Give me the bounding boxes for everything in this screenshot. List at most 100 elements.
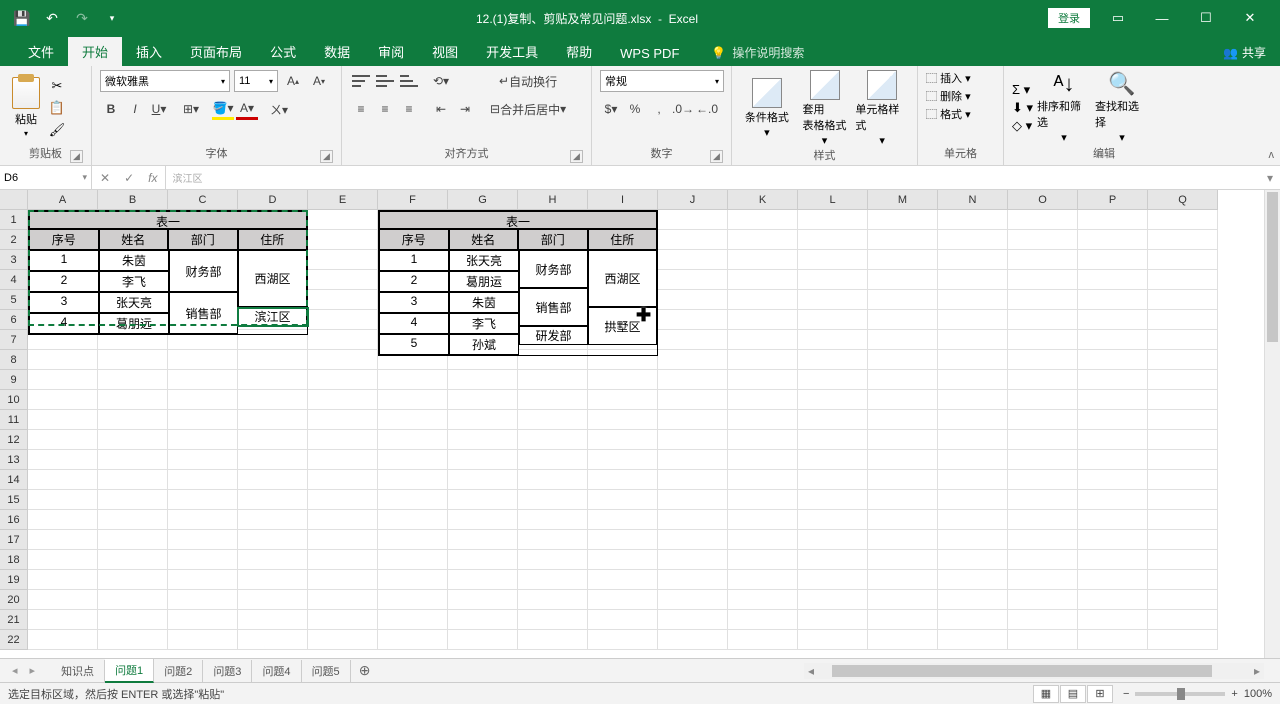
row-header[interactable]: 16 [0,510,28,530]
conditional-format-button[interactable]: 条件格式▾ [740,78,794,139]
ribbon-options-icon[interactable]: ▭ [1096,4,1140,32]
enter-icon[interactable]: ✓ [124,171,134,185]
col-header[interactable]: P [1078,190,1148,210]
zoom-slider[interactable] [1135,692,1225,696]
table-cell[interactable]: 张天亮 [449,250,519,271]
row-header[interactable]: 15 [0,490,28,510]
zoom-level[interactable]: 100% [1244,688,1272,700]
align-left-icon[interactable]: ≡ [350,98,372,120]
insert-cells-button[interactable]: ⬚ 插入 ▾ [926,70,995,86]
tab-file[interactable]: 文件 [14,37,68,66]
table-cell[interactable]: 财务部 [169,250,238,292]
row-header[interactable]: 7 [0,330,28,350]
tab-help[interactable]: 帮助 [552,37,606,66]
sheet-tab-q1[interactable]: 问题1 [105,659,154,683]
number-launcher-icon[interactable]: ◢ [710,150,723,163]
minimize-icon[interactable]: — [1140,4,1184,32]
tab-page-layout[interactable]: 页面布局 [176,37,256,66]
align-bottom-icon[interactable] [398,70,420,92]
sheet-nav-next-icon[interactable]: ▸ [24,664,42,677]
qat-dropdown-icon[interactable]: ▾ [98,4,126,32]
col-header[interactable]: D [238,190,308,210]
horizontal-scrollbar[interactable]: ◂▸ [804,663,1264,679]
normal-view-icon[interactable]: ▦ [1033,685,1059,703]
row-header[interactable]: 2 [0,230,28,250]
table-cell[interactable]: 1 [29,250,99,271]
format-cells-button[interactable]: ⬚ 格式 ▾ [926,106,995,122]
underline-button[interactable]: U▾ [148,98,170,120]
col-header[interactable]: M [868,190,938,210]
close-icon[interactable]: ✕ [1228,4,1272,32]
format-as-table-button[interactable]: 套用 表格格式▾ [798,70,852,147]
align-middle-icon[interactable] [374,70,396,92]
increase-decimal-icon[interactable]: .0→ [672,98,694,120]
align-launcher-icon[interactable]: ◢ [570,150,583,163]
table-cell[interactable]: 张天亮 [99,292,169,313]
fx-icon[interactable]: fx [148,171,157,185]
zoom-in-icon[interactable]: + [1231,688,1237,700]
find-select-button[interactable]: 🔍查找和选择▾ [1095,71,1149,144]
table-cell[interactable]: 李飞 [449,313,519,334]
vertical-scrollbar[interactable] [1264,190,1280,658]
decrease-font-icon[interactable]: A▾ [308,70,330,92]
redo-icon[interactable]: ↷ [68,4,96,32]
border-button[interactable]: ⊞▾ [180,98,202,120]
col-header[interactable]: G [448,190,518,210]
wrap-text-button[interactable]: ↵ 自动换行 [484,70,572,92]
table-cell[interactable]: 2 [379,271,449,292]
fill-color-button[interactable]: 🪣▾ [212,98,234,120]
clipboard-launcher-icon[interactable]: ◢ [70,150,83,163]
tab-view[interactable]: 视图 [418,37,472,66]
row-header[interactable]: 17 [0,530,28,550]
col-header[interactable]: B [98,190,168,210]
table-cell[interactable]: 3 [29,292,99,313]
save-icon[interactable]: 💾 [8,4,36,32]
col-header[interactable]: O [1008,190,1078,210]
row-header[interactable]: 13 [0,450,28,470]
page-break-view-icon[interactable]: ⊞ [1087,685,1113,703]
orientation-icon[interactable]: ⟲▾ [430,70,452,92]
table-cell[interactable]: 4 [379,313,449,334]
undo-icon[interactable]: ↶ [38,4,66,32]
comma-icon[interactable]: , [648,98,670,120]
cell-styles-button[interactable]: 单元格样式▾ [855,70,909,147]
increase-indent-icon[interactable]: ⇥ [454,98,476,120]
table-cell[interactable]: 研发部 [519,326,588,345]
row-header[interactable]: 8 [0,350,28,370]
format-painter-icon[interactable]: 🖌 [48,121,66,139]
table-cell[interactable]: 孙斌 [449,334,519,355]
zoom-out-icon[interactable]: − [1123,688,1129,700]
autosum-button[interactable]: Σ ▾ [1012,82,1033,98]
namebox-dropdown-icon[interactable]: ▾ [82,172,87,183]
phonetic-button[interactable]: ㄨ▾ [268,98,290,120]
select-all-corner[interactable] [0,190,28,210]
delete-cells-button[interactable]: ⬚ 删除 ▾ [926,88,995,104]
tab-wps-pdf[interactable]: WPS PDF [606,41,693,66]
row-header[interactable]: 21 [0,610,28,630]
row-header[interactable]: 3 [0,250,28,270]
font-size-select[interactable]: 11▾ [234,70,278,92]
table-cell[interactable]: 财务部 [519,250,588,288]
tab-developer[interactable]: 开发工具 [472,37,552,66]
table-cell[interactable]: 3 [379,292,449,313]
collapse-ribbon-icon[interactable]: ʌ [1269,149,1275,161]
name-box[interactable]: D6▾ [0,166,92,189]
table-cell[interactable]: 4 [29,313,99,334]
table-cell[interactable]: 李飞 [99,271,169,292]
bold-button[interactable]: B [100,98,122,120]
col-header[interactable]: C [168,190,238,210]
table-cell[interactable]: 朱茵 [449,292,519,313]
table-cell[interactable]: 1 [379,250,449,271]
clear-button[interactable]: ◇ ▾ [1012,118,1033,134]
font-color-button[interactable]: A▾ [236,98,258,120]
paste-button[interactable]: 粘贴 ▾ [8,75,44,140]
sheet-tab-q4[interactable]: 问题4 [252,660,301,682]
sheet-tab-q2[interactable]: 问题2 [154,660,203,682]
formula-input[interactable]: 滨江区 [166,166,1260,189]
italic-button[interactable]: I [124,98,146,120]
cut-icon[interactable]: ✂ [48,77,66,95]
col-header[interactable]: F [378,190,448,210]
tab-insert[interactable]: 插入 [122,37,176,66]
col-header[interactable]: E [308,190,378,210]
table-cell[interactable]: 5 [379,334,449,355]
